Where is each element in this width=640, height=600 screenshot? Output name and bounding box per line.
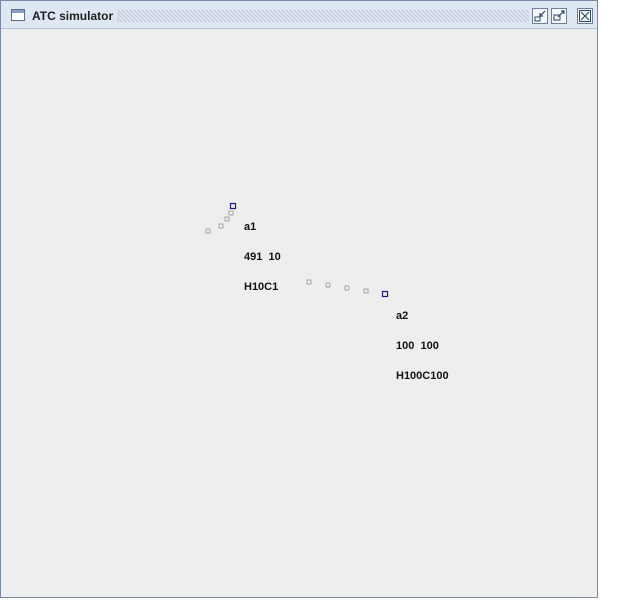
trail-point (218, 223, 224, 229)
aircraft-id: a2 (396, 310, 409, 322)
titlebar-drag-grip[interactable] (117, 10, 529, 22)
minimize-icon (534, 10, 546, 22)
minimize-button[interactable] (532, 8, 548, 24)
title-bar[interactable]: ATC simulator (1, 1, 597, 29)
trail-point (228, 210, 234, 216)
aircraft-a2 (381, 290, 389, 298)
trail-point (224, 216, 230, 222)
maximize-icon (553, 10, 565, 21)
maximize-button[interactable] (551, 8, 567, 24)
aircraft-clearance: H10C1 (244, 281, 279, 293)
trail-point (363, 288, 369, 294)
window-title: ATC simulator (32, 9, 114, 23)
aircraft-label-a2: a2 100 100 H100C100 (396, 291, 449, 401)
trail-point (205, 228, 211, 234)
aircraft-clearance: H100C100 (396, 370, 449, 382)
trail-a1 (205, 210, 234, 234)
aircraft-label-a1: a1 491 10 H10C1 (244, 202, 281, 312)
trail-point (306, 279, 312, 285)
atc-simulator-window: ATC simulator a1 491 10 H10C1 a2 100 100… (0, 0, 598, 598)
aircraft-a1 (229, 202, 237, 210)
trail-point (325, 282, 331, 288)
radar-svg (205, 202, 389, 298)
aircraft-altitude-speed: 100 100 (396, 340, 439, 352)
trail-point (344, 285, 350, 291)
aircraft-altitude-speed: 491 10 (244, 251, 281, 263)
aircraft-id: a1 (244, 221, 257, 233)
trail-a2 (306, 279, 369, 294)
window-icon (11, 9, 25, 21)
radar-canvas[interactable]: a1 491 10 H10C1 a2 100 100 H100C100 (7, 31, 595, 595)
close-button[interactable] (577, 8, 593, 24)
close-icon (579, 10, 591, 22)
